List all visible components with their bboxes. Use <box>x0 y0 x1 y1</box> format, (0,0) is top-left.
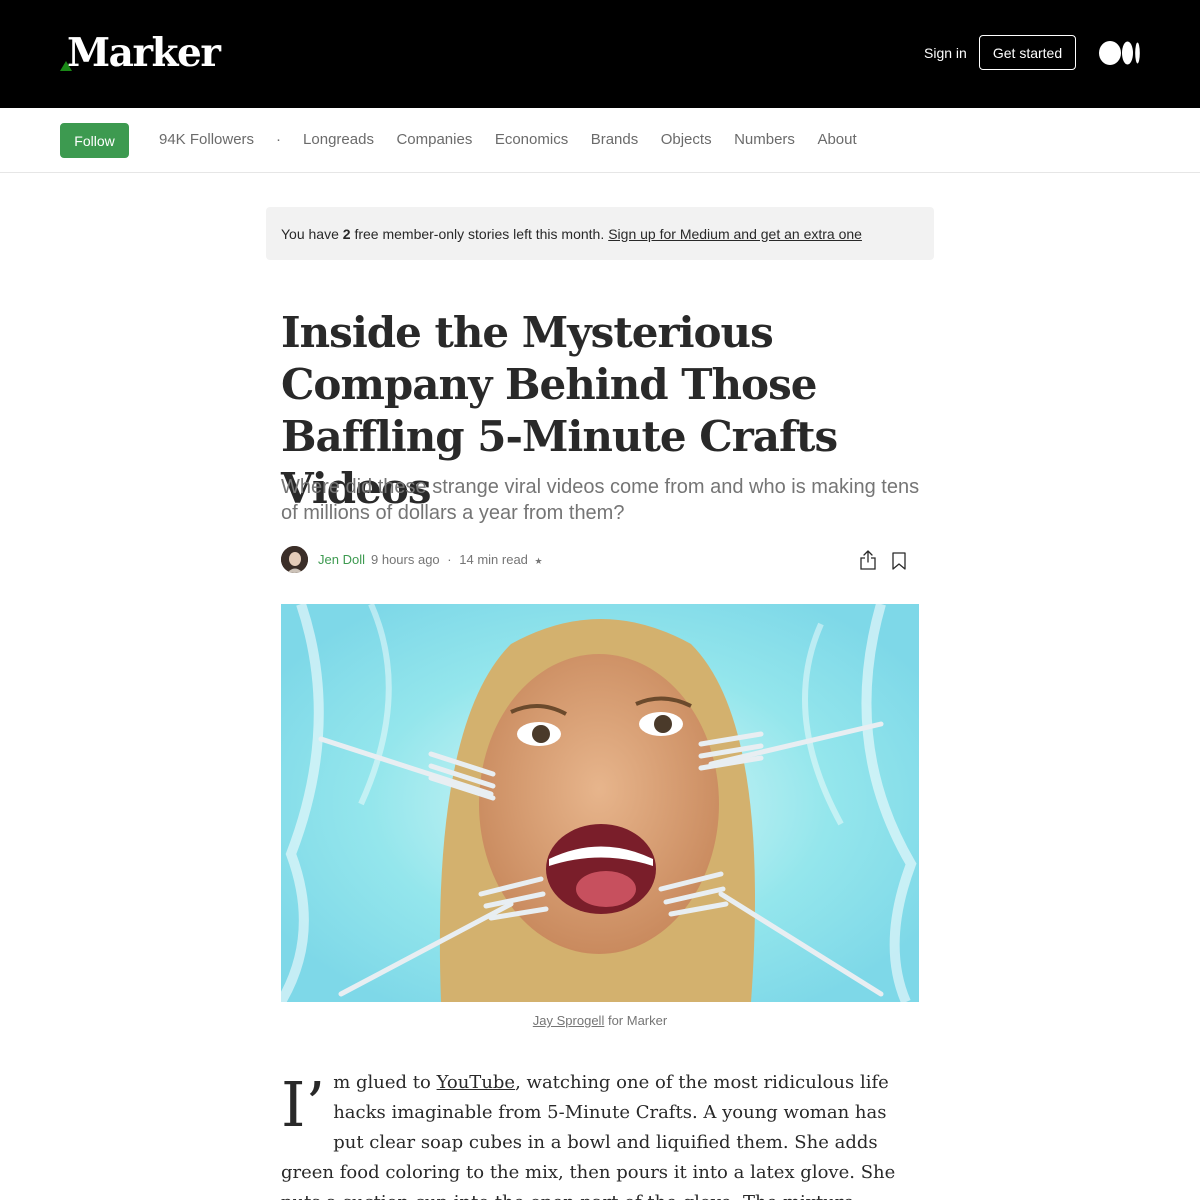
youtube-link[interactable]: YouTube <box>437 1072 516 1093</box>
nav-link-about[interactable]: About <box>817 130 856 150</box>
meta-dot: · <box>447 552 452 567</box>
bookmark-icon[interactable] <box>892 552 906 570</box>
article-subtitle: Where did these strange viral videos com… <box>281 476 920 524</box>
banner-count: 2 <box>342 225 351 242</box>
site-header: Marker Sign in Get started <box>0 0 1200 108</box>
caption-credit-link[interactable]: Jay Sprogell <box>533 1013 605 1028</box>
article-body: I’ m glued to YouTube, watching one of th… <box>281 1068 919 1200</box>
hero-image <box>281 604 919 1002</box>
nav-link-economics[interactable]: Economics <box>495 130 568 150</box>
followers-count[interactable]: 94K Followers <box>159 130 254 150</box>
nav-link-numbers[interactable]: Numbers <box>734 130 795 150</box>
medium-logo-icon[interactable] <box>1099 41 1141 65</box>
read-time: 14 min read <box>459 552 528 567</box>
follow-button[interactable]: Follow <box>60 123 129 158</box>
author-name[interactable]: Jen Doll <box>318 552 365 567</box>
image-caption: Jay Sprogell for Marker <box>281 1013 919 1028</box>
author-avatar[interactable] <box>281 546 308 573</box>
nav-link-brands[interactable]: Brands <box>591 130 639 150</box>
nav-link-longreads[interactable]: Longreads <box>303 130 374 150</box>
byline: Jen Doll 9 hours ago · 14 min read ★ <box>281 546 911 574</box>
member-stories-banner: You have 2 free member-only stories left… <box>266 207 934 260</box>
drop-cap: I’ <box>281 1068 326 1141</box>
publication-nav: Follow 94K Followers · Longreads Compani… <box>0 108 1200 173</box>
caption-suffix: for Marker <box>607 1013 668 1028</box>
banner-prefix: You have <box>281 225 339 242</box>
posted-time: 9 hours ago <box>371 552 440 567</box>
post-meta: 9 hours ago · 14 min read ★ <box>371 552 543 567</box>
share-icon[interactable] <box>859 550 877 570</box>
marker-logo[interactable]: Marker <box>60 30 221 76</box>
nav-items: 94K Followers · Longreads Companies Econ… <box>159 130 879 150</box>
body-text-start: m glued to <box>333 1072 437 1093</box>
avatar-image <box>281 546 308 573</box>
banner-suffix: free member-only stories left this month… <box>354 225 605 242</box>
nav-link-objects[interactable]: Objects <box>661 130 712 150</box>
sign-in-link[interactable]: Sign in <box>924 44 967 62</box>
nav-link-companies[interactable]: Companies <box>396 130 472 150</box>
member-star-icon: ★ <box>534 556 543 566</box>
hero-illustration <box>281 604 919 1002</box>
sign-up-link[interactable]: Sign up for Medium and get an extra one <box>608 226 862 242</box>
nav-separator: · <box>276 131 282 148</box>
get-started-button[interactable]: Get started <box>979 35 1076 70</box>
logo-text: Marker <box>67 30 221 76</box>
